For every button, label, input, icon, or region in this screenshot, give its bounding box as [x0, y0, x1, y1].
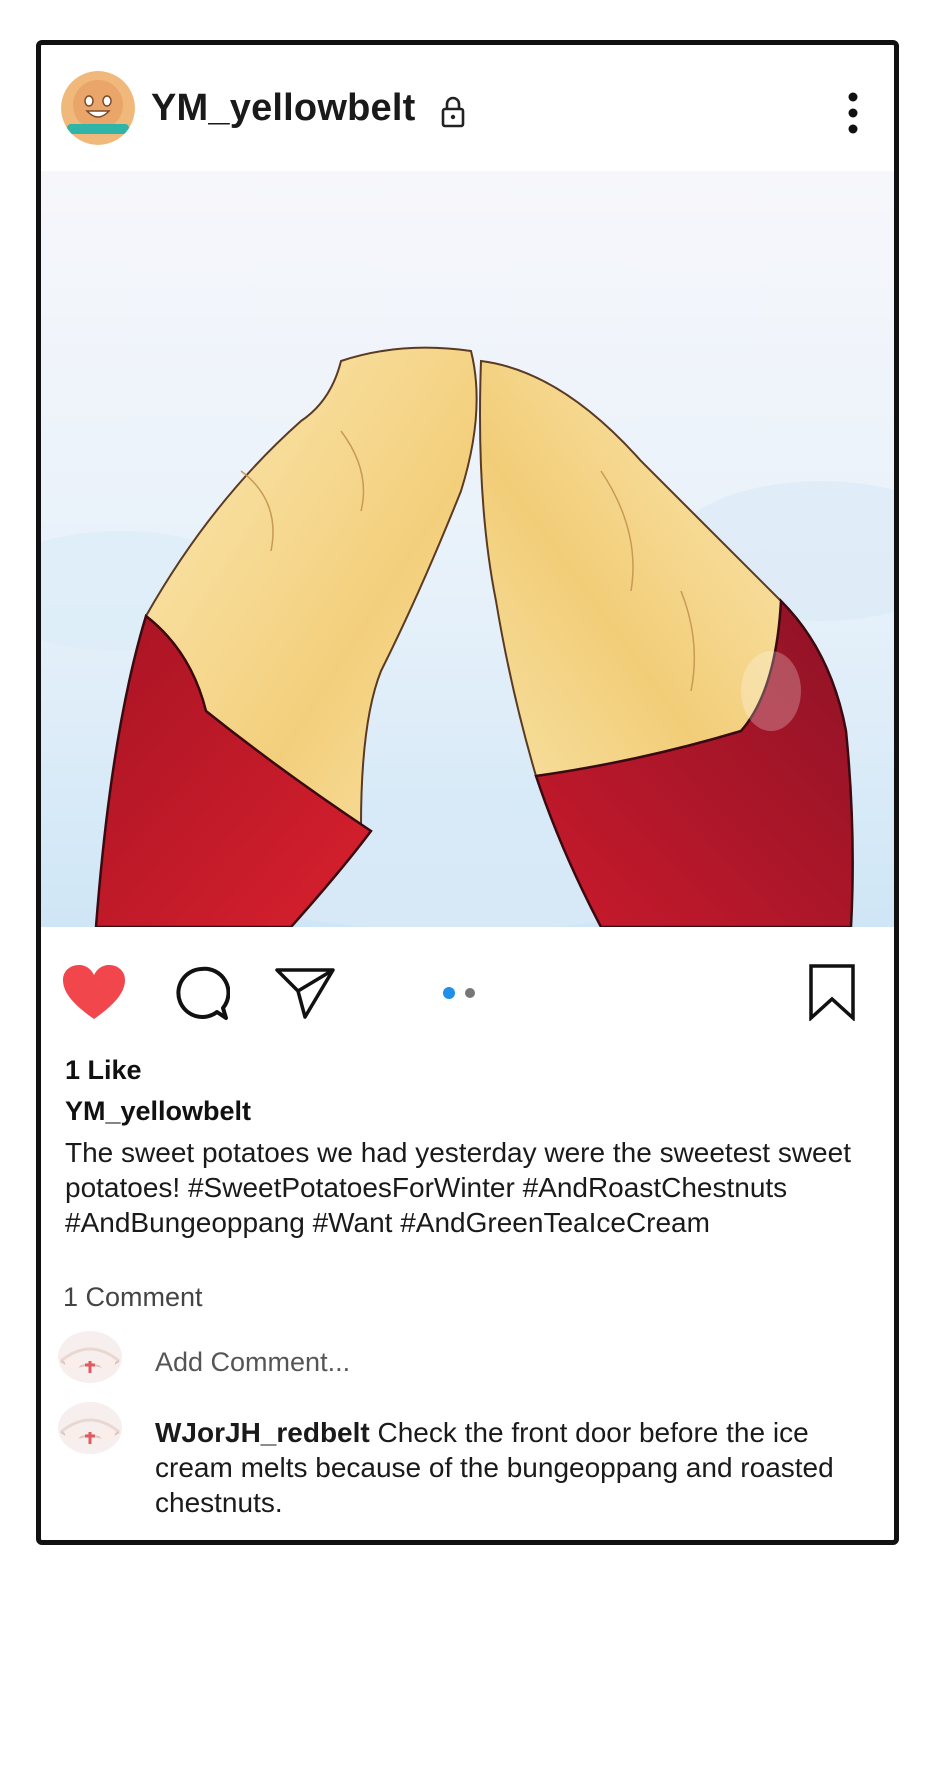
post-card: YM_yellowbelt 1 Like YM_yellowbelt The s… [36, 40, 899, 1545]
comment-icon[interactable] [172, 965, 231, 1023]
heart-icon[interactable] [61, 963, 127, 1021]
add-comment-input[interactable] [155, 1347, 755, 1378]
like-count[interactable]: 1 Like [65, 1055, 142, 1086]
commenter-avatar[interactable] [55, 1398, 125, 1458]
comment-username[interactable]: WJorJH_redbelt [155, 1417, 370, 1448]
carousel-dot-active[interactable] [443, 987, 455, 999]
carousel-dot[interactable] [465, 988, 475, 998]
post-header: YM_yellowbelt [41, 45, 894, 171]
lock-icon [439, 95, 467, 129]
post-image[interactable] [41, 171, 894, 927]
post-caption: The sweet potatoes we had yesterday were… [65, 1137, 851, 1238]
caption-username[interactable]: YM_yellowbelt [65, 1096, 251, 1127]
current-user-avatar [55, 1327, 125, 1387]
profile-avatar[interactable] [61, 71, 135, 145]
bookmark-icon[interactable] [807, 963, 857, 1022]
post-actions [41, 945, 894, 1035]
share-icon[interactable] [274, 965, 336, 1021]
view-comments-link[interactable]: 1 Comment [63, 1282, 203, 1313]
post-username[interactable]: YM_yellowbelt [151, 87, 415, 130]
more-options-icon[interactable] [841, 89, 865, 137]
comment-item: WJorJH_redbelt Check the front door befo… [155, 1415, 865, 1520]
